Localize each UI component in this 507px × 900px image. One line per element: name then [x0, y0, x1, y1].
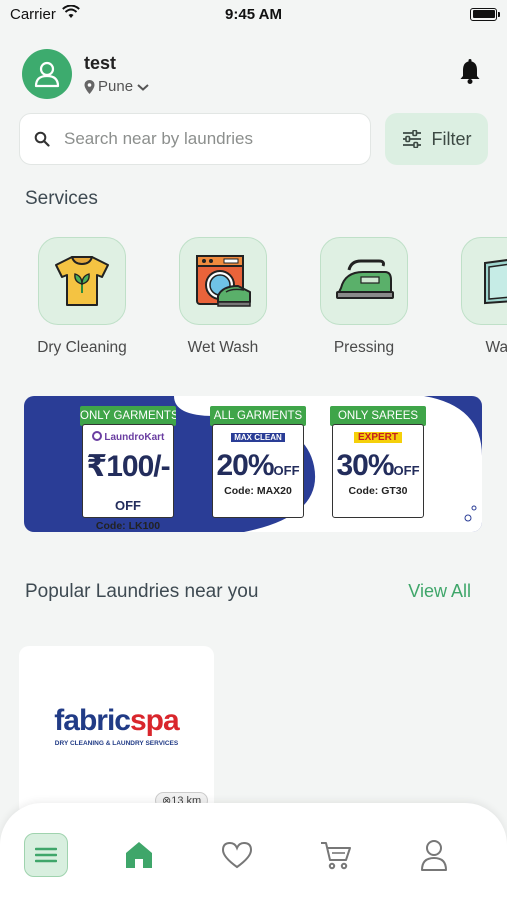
offer-code: Code: MAX20: [224, 485, 292, 497]
offer-brand: EXPERT: [333, 430, 423, 446]
search-input[interactable]: [64, 129, 344, 149]
filter-label: Filter: [431, 128, 472, 149]
offer-tag: ALL GARMENTS: [210, 406, 306, 426]
offer-value: 30%OFF: [336, 449, 420, 482]
nav-cart[interactable]: [314, 833, 358, 877]
offer-value: 20%OFF: [216, 449, 300, 482]
user-icon: [34, 61, 60, 88]
nav-profile[interactable]: [412, 833, 456, 877]
search-bar[interactable]: [19, 113, 371, 165]
offer-code: Code: LK100: [95, 520, 161, 532]
fabricspa-logo: fabricspa DRY CLEANING & LAUNDRY SERVICE…: [54, 704, 179, 747]
offer-brand: MAX CLEAN: [213, 430, 303, 446]
filter-sliders-icon: [402, 130, 421, 148]
popular-laundries-title: Popular Laundries near you: [25, 581, 259, 602]
location-pin-icon: [84, 79, 95, 94]
menu-icon: [35, 847, 57, 863]
notification-bell-icon[interactable]: [459, 59, 481, 89]
offer-value: ₹100/-OFF: [86, 450, 170, 513]
offers-banner[interactable]: ONLY GARMENTS LaundroKart ₹100/-OFF Code…: [24, 396, 482, 532]
offer-tag: ONLY SAREES: [330, 406, 426, 426]
service-pressing[interactable]: Pressing: [309, 237, 419, 357]
offer-tag: ONLY GARMENTS: [80, 406, 176, 426]
folded-clothes-icon: [484, 259, 507, 305]
home-icon: [126, 842, 152, 868]
nav-menu[interactable]: [24, 833, 68, 877]
avatar[interactable]: [22, 49, 72, 99]
nav-favorites[interactable]: [215, 833, 259, 877]
service-label: Dry Cleaning: [38, 339, 127, 356]
status-bar: Carrier 9:45 AM: [0, 0, 507, 28]
service-wet-wash[interactable]: Wet Wash: [168, 237, 278, 357]
services-title: Services: [25, 188, 98, 209]
offer-coupon[interactable]: ONLY GARMENTS LaundroKart ₹100/-OFF Code…: [80, 406, 176, 532]
chevron-down-icon: [137, 83, 149, 91]
search-icon: [34, 131, 50, 147]
service-label: Wash: [485, 339, 507, 356]
carrier-label: Carrier: [10, 5, 56, 23]
location-label: Pune: [98, 78, 134, 95]
iron-icon: [336, 259, 394, 299]
bottom-navigation: [0, 803, 507, 900]
cart-icon: [321, 842, 351, 870]
battery-icon: [470, 7, 500, 21]
service-wash[interactable]: Wash: [450, 237, 507, 357]
services-carousel[interactable]: Dry Cleaning Wet Wash Pressing Wa: [38, 237, 507, 367]
offer-brand: LaundroKart: [83, 430, 173, 446]
user-name: test: [84, 53, 117, 73]
filter-button[interactable]: Filter: [385, 113, 488, 165]
offer-code: Code: GT30: [348, 485, 408, 497]
offer-coupon[interactable]: ALL GARMENTS MAX CLEAN 20%OFF Code: MAX2…: [210, 406, 306, 518]
view-all-link[interactable]: View All: [408, 581, 471, 602]
service-label: Pressing: [333, 339, 395, 356]
tshirt-icon: [55, 256, 109, 306]
nav-home[interactable]: [117, 833, 161, 877]
heart-icon: [221, 841, 253, 869]
offer-coupon[interactable]: ONLY SAREES EXPERT 30%OFF Code: GT30: [330, 406, 426, 518]
wifi-icon: [61, 4, 80, 23]
profile-icon: [421, 840, 447, 871]
service-label: Wet Wash: [187, 339, 259, 356]
service-dry-cleaning[interactable]: Dry Cleaning: [38, 237, 137, 357]
laundry-card[interactable]: fabricspa DRY CLEANING & LAUNDRY SERVICE…: [19, 646, 214, 816]
washing-machine-icon: [196, 255, 251, 307]
location-selector[interactable]: Pune: [84, 78, 150, 95]
header: test Pune: [22, 48, 485, 100]
